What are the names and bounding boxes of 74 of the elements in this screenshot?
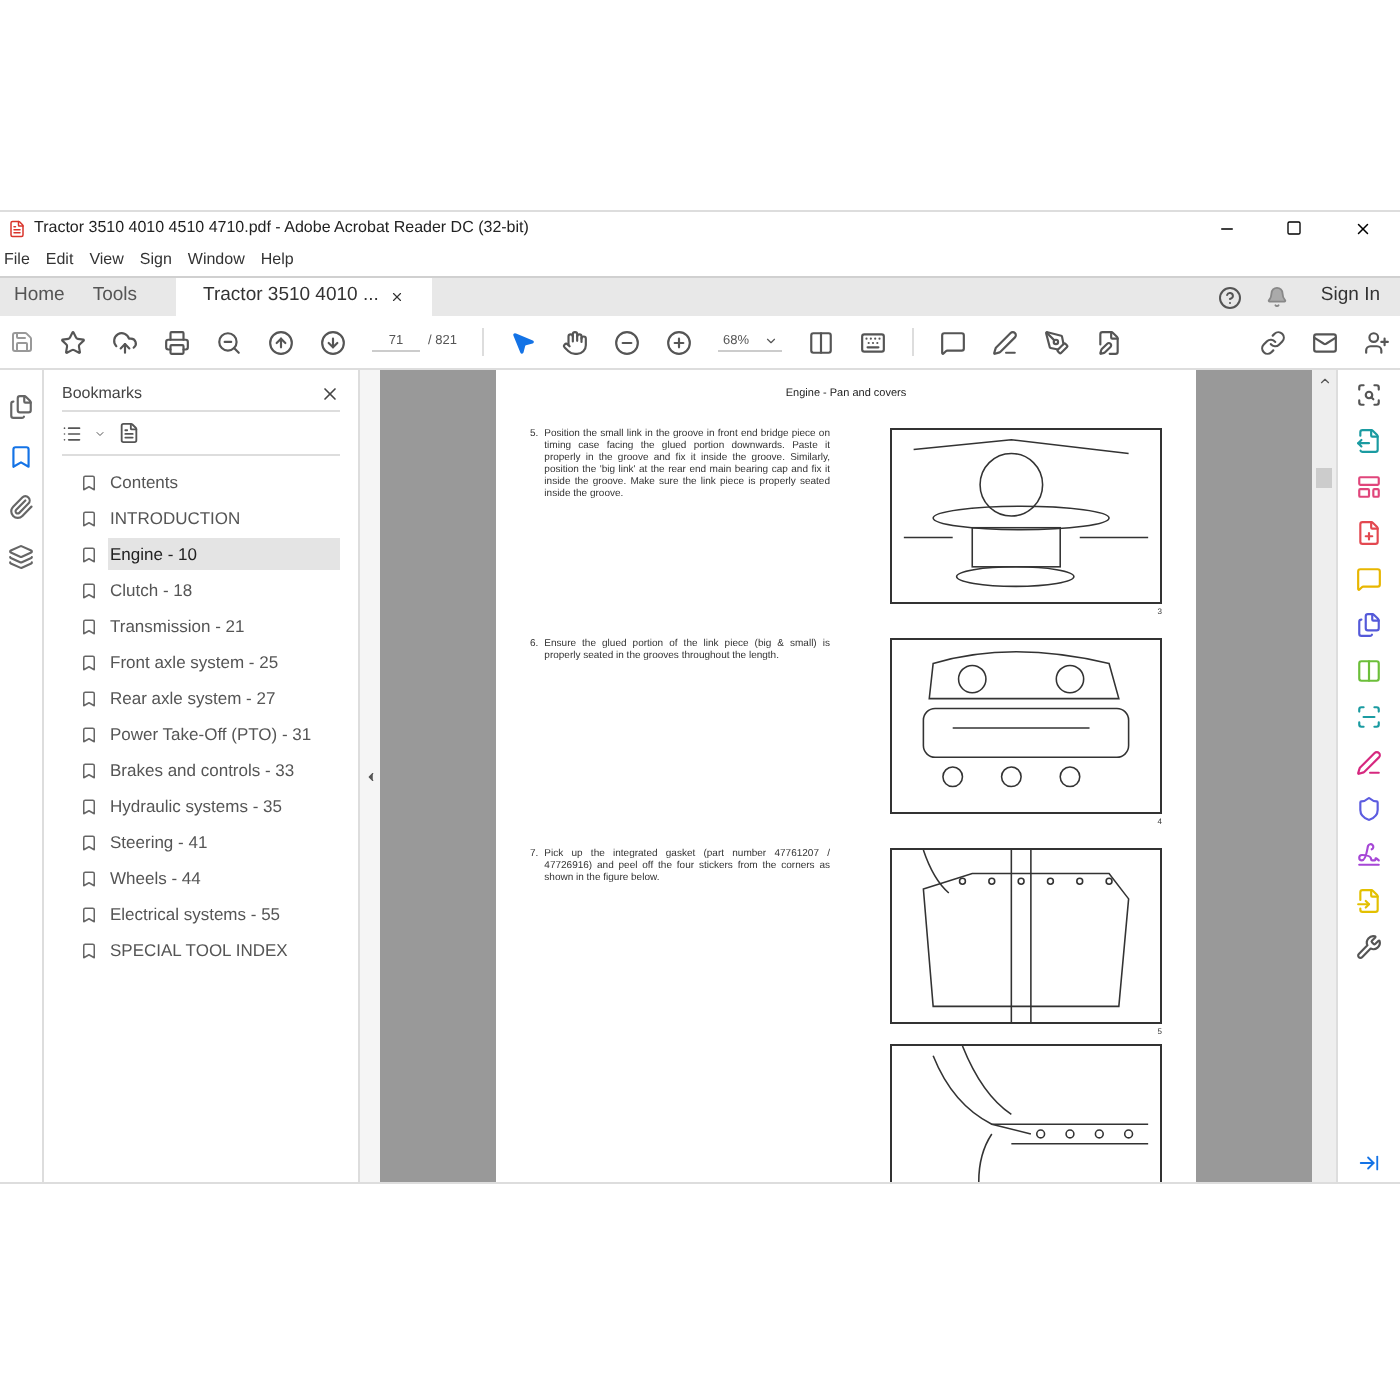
sign-in-button[interactable]: Sign In (1320, 282, 1380, 312)
link-icon[interactable] (1260, 329, 1286, 355)
mail-icon[interactable] (1312, 329, 1338, 355)
close-tab-icon[interactable] (390, 290, 405, 304)
window-title: Tractor 3510 4010 4510 4710.pdf - Adobe Acrobat Reader DC (32-bit) (34, 216, 529, 240)
close-panel-icon[interactable] (320, 383, 340, 403)
menu-item[interactable]: View (89, 248, 124, 272)
save-icon[interactable] (10, 330, 34, 354)
tab[interactable]: Home (0, 278, 79, 316)
zoom-out-circle-icon[interactable] (614, 329, 641, 355)
scrollbar-thumb[interactable] (1316, 468, 1332, 488)
help-icon[interactable] (1218, 285, 1243, 309)
bookmark-item[interactable]: Contents (108, 466, 340, 498)
expand-panel-icon[interactable] (1358, 1152, 1380, 1174)
bookmark-item[interactable]: Brakes and controls - 33 (108, 754, 340, 786)
bell-icon[interactable] (1266, 286, 1289, 308)
scroll-up-icon[interactable] (1317, 374, 1331, 388)
keyboard-icon[interactable] (860, 329, 887, 355)
bookmarks-icon[interactable] (8, 444, 34, 470)
attachments-icon[interactable] (8, 494, 34, 520)
upload-icon[interactable] (112, 329, 138, 355)
export-tool-icon[interactable] (1356, 428, 1382, 454)
pages-icon[interactable] (8, 394, 34, 420)
hand-icon[interactable] (562, 329, 589, 355)
menu-item[interactable]: Edit (45, 248, 74, 272)
bookmark-item[interactable]: INTRODUCTION (108, 502, 340, 534)
zoom-in-circle-icon[interactable] (666, 329, 693, 355)
bookmark-item[interactable]: Power Take-Off (PTO) - 31 (108, 718, 340, 750)
collapse-arrow-icon[interactable] (363, 769, 377, 783)
comment-icon[interactable] (940, 329, 967, 355)
bookmark-item[interactable]: Engine - 10 (108, 538, 340, 570)
menu-item[interactable]: File (4, 248, 30, 272)
highlight-pen-icon[interactable] (992, 329, 1019, 355)
zoom-out-icon[interactable] (216, 329, 242, 355)
tab[interactable]: Tools (78, 278, 152, 316)
sign-tool-icon[interactable] (1356, 842, 1382, 868)
menu-item[interactable]: Help (260, 248, 294, 272)
bookmark-item[interactable]: Wheels - 44 (108, 862, 340, 894)
bookmark-item[interactable]: Hydraulic systems - 35 (108, 790, 340, 822)
bookmark-item[interactable]: Steering - 41 (108, 826, 340, 858)
options-list-icon[interactable] (62, 423, 82, 443)
next-page-icon[interactable] (320, 329, 346, 355)
draw-pen-icon[interactable] (1044, 329, 1071, 355)
maximize-icon[interactable] (1286, 220, 1302, 236)
select-cursor-icon[interactable] (510, 329, 537, 355)
scan-tool-icon[interactable] (1356, 704, 1382, 730)
find-bookmark-icon[interactable] (118, 422, 140, 444)
bookmark-item[interactable]: Clutch - 18 (108, 574, 340, 606)
panel-title: Bookmarks (62, 381, 143, 405)
tab[interactable]: Tractor 3510 4010 ... (175, 278, 433, 316)
bookmark-item[interactable]: Front axle system - 25 (108, 646, 340, 678)
combine-tool-icon[interactable] (1356, 612, 1382, 638)
menu-item[interactable]: Sign (139, 248, 172, 272)
menu-item[interactable]: Window (187, 248, 245, 272)
caret-icon (764, 334, 779, 348)
protect-tool-icon[interactable] (1356, 796, 1382, 822)
more-tool-icon[interactable] (1356, 934, 1382, 960)
bookmark-item[interactable]: SPECIAL TOOL INDEX (108, 934, 340, 966)
fill-sign-icon[interactable] (1096, 329, 1123, 355)
zoom-tool-icon[interactable] (1356, 382, 1382, 408)
bookmark-item[interactable]: Electrical systems - 55 (108, 898, 340, 930)
edit-tool-icon[interactable] (1356, 474, 1382, 500)
layers-icon[interactable] (8, 544, 34, 570)
create-tool-icon[interactable] (1356, 520, 1382, 546)
print-icon[interactable] (164, 329, 190, 355)
share-user-icon[interactable] (1364, 329, 1390, 355)
page-fit-icon[interactable] (808, 329, 835, 355)
pdf-file-icon (8, 219, 26, 237)
close-icon[interactable] (1353, 219, 1371, 237)
star-icon[interactable] (60, 329, 86, 355)
bookmark-item[interactable]: Rear axle system - 27 (108, 682, 340, 714)
bookmark-item[interactable]: Transmission - 21 (108, 610, 340, 642)
fill-tool-icon[interactable] (1356, 750, 1382, 776)
previous-page-icon[interactable] (268, 329, 294, 355)
